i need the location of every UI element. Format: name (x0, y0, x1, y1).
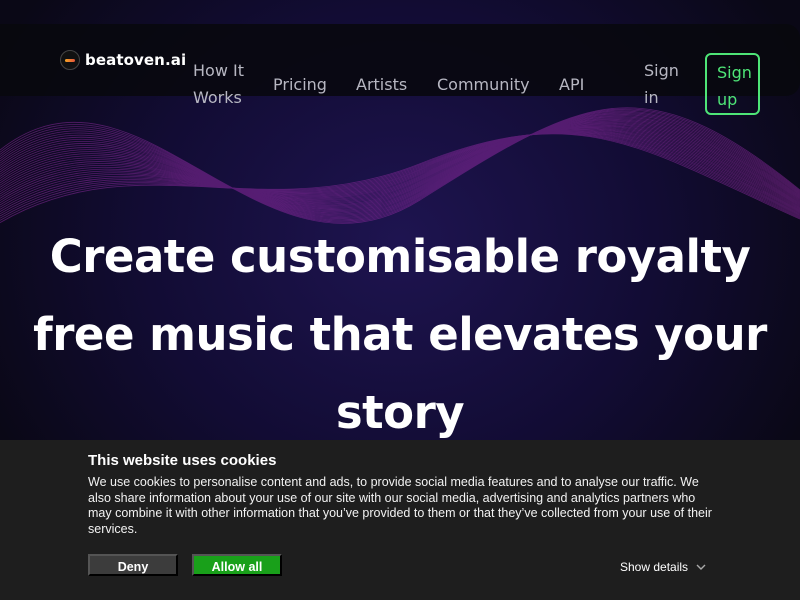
nav-artists[interactable]: Artists (356, 71, 407, 98)
sign-up-button[interactable]: Sign up (705, 53, 760, 115)
wave-line (0, 119, 800, 211)
nav-api[interactable]: API (559, 71, 584, 98)
nav-community[interactable]: Community (437, 71, 530, 98)
chevron-down-icon (696, 562, 706, 573)
deny-button[interactable]: Deny (88, 554, 178, 576)
brand-logo[interactable]: beatoven.ai (60, 50, 186, 70)
allow-all-button[interactable]: Allow all (192, 554, 282, 576)
hero-headline: Create customisable royalty free music t… (33, 230, 767, 439)
top-navbar: beatoven.ai How It Works Pricing Artists… (0, 24, 800, 115)
nav-pricing[interactable]: Pricing (273, 71, 327, 98)
show-details-toggle[interactable]: Show details (620, 560, 706, 574)
wave-line (0, 108, 800, 223)
wave-line (0, 131, 800, 216)
sign-in-link[interactable]: Sign in (644, 57, 684, 111)
cookie-description: We use cookies to personalise content an… (88, 475, 712, 536)
show-details-label: Show details (620, 560, 689, 574)
beatoven-logo-icon (60, 50, 80, 70)
brand-name: beatoven.ai (85, 51, 187, 69)
cookie-title: This website uses cookies (88, 452, 277, 469)
cookie-banner: This website uses cookies We use cookies… (0, 440, 800, 600)
nav-how-it-works[interactable]: How It Works (193, 57, 253, 111)
